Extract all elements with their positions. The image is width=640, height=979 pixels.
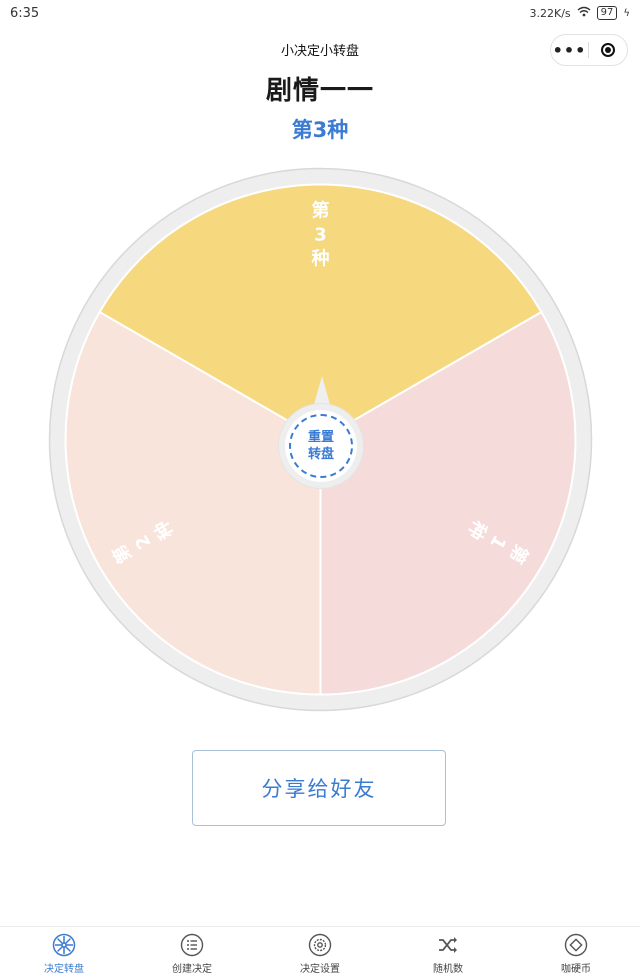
wheel-segment-label: 第 3种	[311, 200, 330, 270]
nav-title: 小决定小转盘	[280, 44, 359, 59]
wheel-label-char: 种	[311, 248, 330, 270]
tab-label: 决定设置	[300, 964, 340, 975]
more-icon[interactable]: •••	[551, 41, 588, 60]
status-time: 6:35	[10, 6, 40, 21]
shuffle-icon	[439, 937, 457, 953]
tab-random-number[interactable]: 随机数	[384, 927, 512, 979]
tab-bar: 决定转盘 创建决定 决定设置 随机数 咖硬币	[0, 926, 640, 979]
reset-label-line2: 转盘	[307, 447, 334, 462]
tab-create[interactable]: 创建决定	[128, 927, 256, 979]
status-indicators: 3.22K/s 97 ϟ	[529, 6, 630, 20]
tab-label: 随机数	[433, 964, 463, 975]
coin-icon	[564, 933, 588, 957]
miniprogram-capsule: •••	[550, 34, 628, 66]
battery-indicator: 97	[596, 6, 618, 20]
target-icon	[601, 43, 615, 57]
wheel-label-char: 3	[314, 225, 327, 246]
page-title: 剧情一一	[265, 76, 374, 106]
list-icon	[180, 933, 204, 957]
close-miniprogram-button[interactable]	[589, 43, 627, 57]
gear-icon	[308, 933, 332, 957]
tab-wheel[interactable]: 决定转盘	[0, 927, 128, 979]
tab-settings[interactable]: 决定设置	[256, 927, 384, 979]
share-button[interactable]: 分享给好友	[192, 750, 446, 826]
wifi-icon	[577, 6, 591, 20]
reset-label-line1: 重置	[307, 430, 334, 445]
tab-label: 咖硬币	[561, 964, 591, 975]
reset-label: 重置 转盘	[285, 429, 357, 463]
charging-icon: ϟ	[623, 7, 630, 19]
reset-wheel-button[interactable]: 重置 转盘	[279, 404, 363, 488]
nav-bar: 小决定小转盘 •••	[0, 34, 640, 66]
reset-button-face: 重置 转盘	[285, 410, 357, 482]
wheel-icon	[52, 933, 76, 957]
status-bar: 6:35 3.22K/s 97 ϟ	[0, 0, 640, 28]
result-text: 第3种	[291, 118, 349, 142]
tab-label: 决定转盘	[44, 964, 84, 975]
tab-coin[interactable]: 咖硬币	[512, 927, 640, 979]
network-speed: 3.22K/s	[529, 6, 571, 20]
wheel-label-char: 第	[312, 200, 330, 222]
tab-label: 创建决定	[172, 964, 212, 975]
